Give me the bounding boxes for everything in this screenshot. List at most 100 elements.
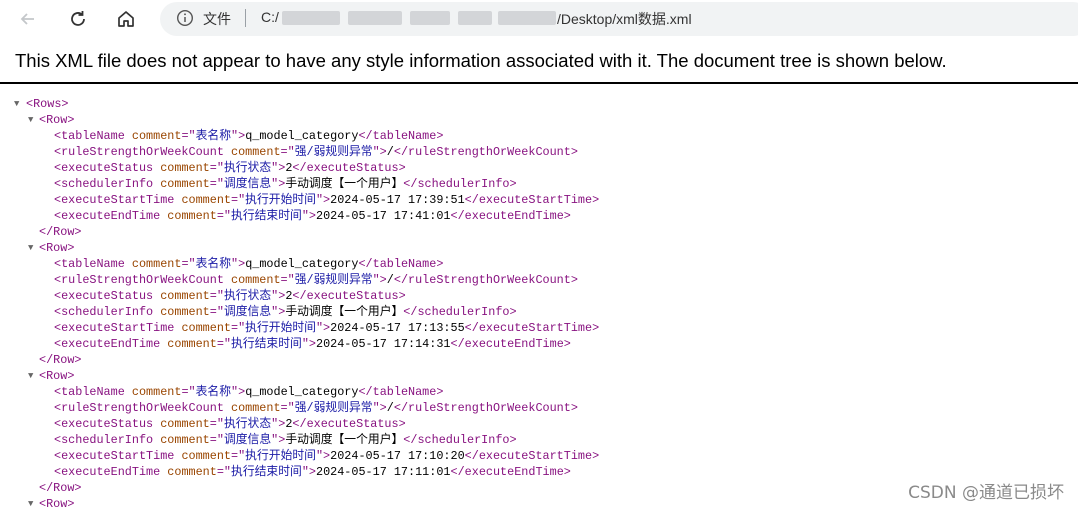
info-icon[interactable] [176, 9, 194, 27]
row-toggle-icon[interactable]: ▼ [28, 240, 38, 256]
comment-value: 表名称 [195, 129, 232, 143]
row-toggle-icon[interactable]: ▼ [28, 368, 38, 384]
row-close-tag: </Row> [39, 225, 82, 239]
field-tag-punct: =" [181, 257, 196, 271]
field-tag-punct: =" [280, 401, 295, 415]
field-tag-punct: "> [271, 289, 286, 303]
row-open-line: <Row> [39, 368, 74, 384]
field-tag-punct: "> [271, 177, 286, 191]
comment-value: 执行状态 [223, 289, 272, 303]
field-tag-close: </tableName> [358, 257, 444, 271]
field-tag-close: </executeStartTime> [464, 321, 600, 335]
field-tag-punct: "> [231, 129, 246, 143]
field-tag-close: </schedulerInfo> [403, 177, 517, 191]
comment-attr: comment [131, 129, 182, 143]
field-tag-close: </executeEndTime> [450, 465, 571, 479]
xml-info-text: This XML file does not appear to have an… [15, 50, 947, 71]
field-line-executeStatus: <executeStatus comment="执行状态">2</execute… [54, 160, 406, 176]
field-line-executeStartTime: <executeStartTime comment="执行开始时间">2024-… [54, 448, 599, 464]
field-line-schedulerInfo: <schedulerInfo comment="调度信息">手动调度【一个用户】… [54, 432, 517, 448]
comment-attr: comment [131, 257, 182, 271]
comment-value: 执行结束时间 [231, 209, 302, 223]
field-tag-punct: =" [209, 417, 224, 431]
row-toggle-icon[interactable]: ▼ [28, 496, 38, 512]
home-icon [118, 11, 134, 27]
comment-attr: comment [230, 145, 281, 159]
field-tag-close: </executeStatus> [292, 417, 406, 431]
comment-value: 执行结束时间 [231, 465, 302, 479]
field-tag-punct: =" [209, 305, 224, 319]
field-line-ruleStrengthOrWeekCount: <ruleStrengthOrWeekCount comment="强/弱规则异… [54, 144, 578, 160]
comment-attr: comment [160, 433, 210, 447]
field-tag-close: </executeStatus> [292, 161, 406, 175]
field-value: 手动调度【一个用户】 [285, 433, 404, 447]
field-tag-open: <executeStatus [54, 417, 161, 431]
rows-open-line: <Rows> [26, 96, 68, 112]
field-tag-close: </executeEndTime> [450, 209, 571, 223]
comment-value: 执行开始时间 [245, 449, 316, 463]
comment-attr: comment [230, 401, 281, 415]
field-tag-punct: "> [301, 337, 316, 351]
field-line-tableName: <tableName comment="表名称">q_model_categor… [54, 128, 443, 144]
comment-attr: comment [167, 337, 217, 351]
field-tag-punct: =" [216, 209, 232, 223]
row-close-line: </Row> [39, 224, 81, 240]
comment-attr: comment [160, 177, 210, 191]
rows-toggle-icon[interactable]: ▼ [14, 96, 24, 112]
comment-attr: comment [160, 417, 210, 431]
back-button[interactable] [13, 4, 43, 34]
field-line-executeStatus: <executeStatus comment="执行状态">2</execute… [54, 416, 406, 432]
field-line-executeStartTime: <executeStartTime comment="执行开始时间">2024-… [54, 320, 599, 336]
comment-value: 执行状态 [223, 161, 272, 175]
field-tag-punct: =" [216, 465, 232, 479]
field-value: 2024-05-17 17:14:31 [315, 337, 451, 351]
comment-value: 表名称 [195, 257, 232, 271]
comment-value: 强/弱规则异常 [294, 145, 373, 159]
field-value: 2024-05-17 17:41:01 [315, 209, 451, 223]
field-line-executeEndTime: <executeEndTime comment="执行结束时间">2024-05… [54, 208, 571, 224]
comment-attr: comment [167, 465, 217, 479]
row-open-tag: <Row> [39, 369, 75, 383]
comment-value: 调度信息 [223, 177, 272, 191]
field-tag-open: <executeEndTime [54, 465, 168, 479]
field-tag-close: </ruleStrengthOrWeekCount> [393, 273, 578, 287]
url-prefix[interactable]: C:/ [261, 9, 279, 25]
field-line-executeStartTime: <executeStartTime comment="执行开始时间">2024-… [54, 192, 599, 208]
field-tag-punct: =" [181, 129, 196, 143]
comment-value: 执行开始时间 [245, 193, 316, 207]
reload-icon [71, 11, 85, 26]
field-tag-close: </schedulerInfo> [403, 433, 517, 447]
field-value: q_model_category [245, 257, 359, 271]
row-close-tag: </Row> [39, 353, 82, 367]
field-value: 2024-05-17 17:39:51 [330, 193, 465, 207]
field-tag-punct: =" [231, 193, 246, 207]
field-tag-open: <executeStartTime [54, 321, 182, 335]
comment-value: 强/弱规则异常 [294, 401, 373, 415]
reload-button[interactable] [63, 4, 93, 34]
field-tag-close: </ruleStrengthOrWeekCount> [393, 145, 578, 159]
field-tag-punct: =" [231, 449, 246, 463]
field-tag-close: </tableName> [358, 385, 444, 399]
comment-attr: comment [131, 385, 182, 399]
comment-attr: comment [181, 193, 231, 207]
field-value: 2024-05-17 17:13:55 [330, 321, 465, 335]
row-toggle-icon[interactable]: ▼ [28, 112, 38, 128]
row-close-tag: </Row> [39, 481, 82, 495]
row-close-line: </Row> [39, 352, 81, 368]
field-tag-open: <executeEndTime [54, 337, 168, 351]
field-value: q_model_category [245, 385, 359, 399]
comment-value: 执行状态 [223, 417, 272, 431]
field-tag-punct: "> [231, 385, 246, 399]
field-tag-punct: "> [271, 161, 286, 175]
comment-attr: comment [181, 449, 231, 463]
field-tag-open: <ruleStrengthOrWeekCount [54, 401, 231, 415]
field-tag-close: </executeStatus> [292, 289, 406, 303]
comment-attr: comment [160, 305, 210, 319]
url-suffix[interactable]: /Desktop/xml数据.xml [557, 9, 692, 29]
comment-attr: comment [167, 209, 217, 223]
field-tag-open: <executeStatus [54, 161, 161, 175]
home-button[interactable] [111, 4, 141, 34]
field-tag-close: </tableName> [358, 129, 444, 143]
field-tag-punct: =" [209, 433, 224, 447]
row-open-line: <Row> [39, 496, 74, 512]
